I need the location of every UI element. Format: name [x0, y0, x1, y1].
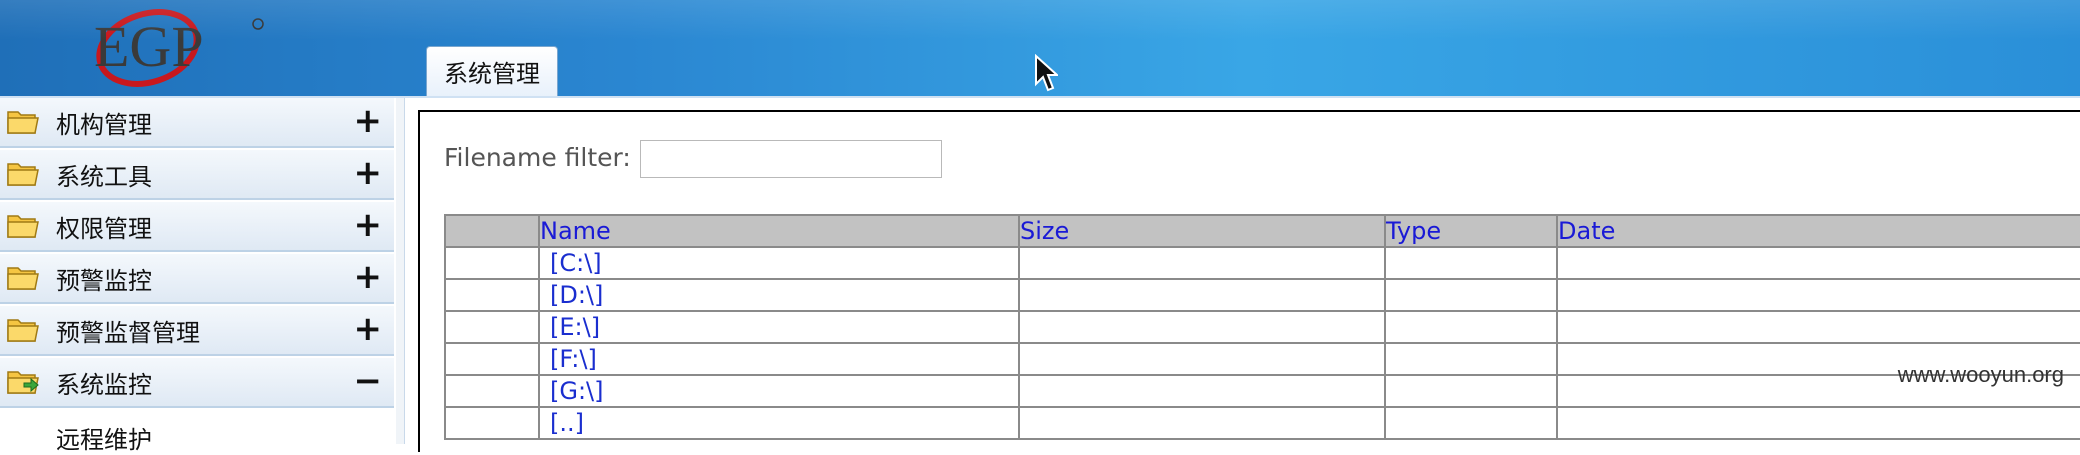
- sidebar: 机构管理 + 系统工具 + 权限管理 + 预警监控 + 预警监督管理 + 系统监…: [0, 98, 397, 454]
- drive-link[interactable]: [D:\]: [540, 281, 603, 309]
- select-cell: [444, 406, 540, 440]
- column-header-type[interactable]: Type: [1384, 214, 1558, 248]
- select-cell: [444, 374, 540, 408]
- sidebar-item-label: 权限管理: [56, 214, 152, 243]
- date-cell: [1556, 278, 2080, 312]
- sidebar-item-org-management[interactable]: 机构管理 +: [0, 98, 394, 148]
- sidebar-item-permission-management[interactable]: 权限管理 +: [0, 202, 394, 252]
- table-row: [..]: [444, 406, 2080, 440]
- table-row: [D:\]: [444, 278, 2080, 312]
- size-cell: [1018, 278, 1386, 312]
- name-cell: [G:\]: [538, 374, 1020, 408]
- table-header-row: Name Size Type Date: [444, 214, 2080, 248]
- folder-icon: [7, 267, 39, 290]
- table-row: [C:\]: [444, 246, 2080, 280]
- select-cell: [444, 278, 540, 312]
- drive-link[interactable]: [F:\]: [540, 345, 597, 373]
- column-header-date[interactable]: Date: [1556, 214, 2080, 248]
- watermark: www.wooyun.org: [1897, 362, 2064, 387]
- sidebar-item-label: 系统监控: [56, 370, 152, 399]
- top-banner: EGP 系统管理: [0, 0, 2080, 98]
- date-cell: [1556, 406, 2080, 440]
- expand-icon[interactable]: +: [354, 101, 383, 141]
- date-cell: [1556, 246, 2080, 280]
- table-row: [G:\]: [444, 374, 2080, 408]
- logo-text: EGP: [94, 14, 204, 79]
- drive-link[interactable]: [G:\]: [540, 377, 604, 405]
- expand-icon[interactable]: +: [354, 309, 383, 349]
- expand-icon[interactable]: +: [354, 257, 383, 297]
- size-cell: [1018, 406, 1386, 440]
- column-header-size[interactable]: Size: [1018, 214, 1386, 248]
- mouse-cursor-icon: [1035, 54, 1058, 92]
- drive-link[interactable]: [C:\]: [540, 249, 602, 277]
- folder-icon: [7, 319, 39, 342]
- tab-system-management[interactable]: 系统管理: [426, 46, 558, 96]
- name-cell: [C:\]: [538, 246, 1020, 280]
- name-cell: [D:\]: [538, 278, 1020, 312]
- column-header-name[interactable]: Name: [538, 214, 1020, 248]
- size-cell: [1018, 246, 1386, 280]
- filename-filter-label: Filename filter:: [444, 143, 631, 172]
- type-cell: [1384, 342, 1558, 376]
- splitter[interactable]: [396, 98, 405, 444]
- select-cell: [444, 342, 540, 376]
- type-cell: [1384, 278, 1558, 312]
- expand-icon[interactable]: +: [354, 205, 383, 245]
- table-row: [F:\]: [444, 342, 2080, 376]
- column-header-select: [444, 214, 540, 248]
- file-table: Name Size Type Date [C:\] [D:\] [E:\] [F…: [444, 214, 2080, 440]
- select-cell: [444, 310, 540, 344]
- type-cell: [1384, 246, 1558, 280]
- name-cell: [F:\]: [538, 342, 1020, 376]
- filename-filter-input[interactable]: [640, 140, 942, 178]
- size-cell: [1018, 310, 1386, 344]
- sidebar-subitem-remote-maintenance[interactable]: 远程维护: [56, 420, 152, 455]
- table-row: [E:\]: [444, 310, 2080, 344]
- folder-open-icon: [7, 371, 39, 394]
- sidebar-item-label: 机构管理: [56, 110, 152, 139]
- sidebar-item-label: 预警监督管理: [56, 318, 200, 347]
- size-cell: [1018, 342, 1386, 376]
- expand-icon[interactable]: +: [354, 153, 383, 193]
- type-cell: [1384, 406, 1558, 440]
- sidebar-item-alert-monitoring[interactable]: 预警监控 +: [0, 254, 394, 304]
- select-cell: [444, 246, 540, 280]
- drive-link[interactable]: [E:\]: [540, 313, 600, 341]
- type-cell: [1384, 310, 1558, 344]
- parent-dir-link[interactable]: [..]: [540, 409, 584, 437]
- collapse-icon[interactable]: −: [354, 361, 383, 401]
- sidebar-item-label: 预警监控: [56, 266, 152, 295]
- sidebar-item-label: 系统工具: [56, 162, 152, 191]
- folder-icon: [7, 111, 39, 134]
- sidebar-item-system-monitoring[interactable]: 系统监控 −: [0, 358, 394, 408]
- size-cell: [1018, 374, 1386, 408]
- date-cell: [1556, 310, 2080, 344]
- folder-icon: [7, 163, 39, 186]
- name-cell: [E:\]: [538, 310, 1020, 344]
- type-cell: [1384, 374, 1558, 408]
- sidebar-item-system-tools[interactable]: 系统工具 +: [0, 150, 394, 200]
- sidebar-item-alert-supervision[interactable]: 预警监督管理 +: [0, 306, 394, 356]
- folder-icon: [7, 215, 39, 238]
- name-cell: [..]: [538, 406, 1020, 440]
- egp-logo: EGP: [80, 2, 280, 94]
